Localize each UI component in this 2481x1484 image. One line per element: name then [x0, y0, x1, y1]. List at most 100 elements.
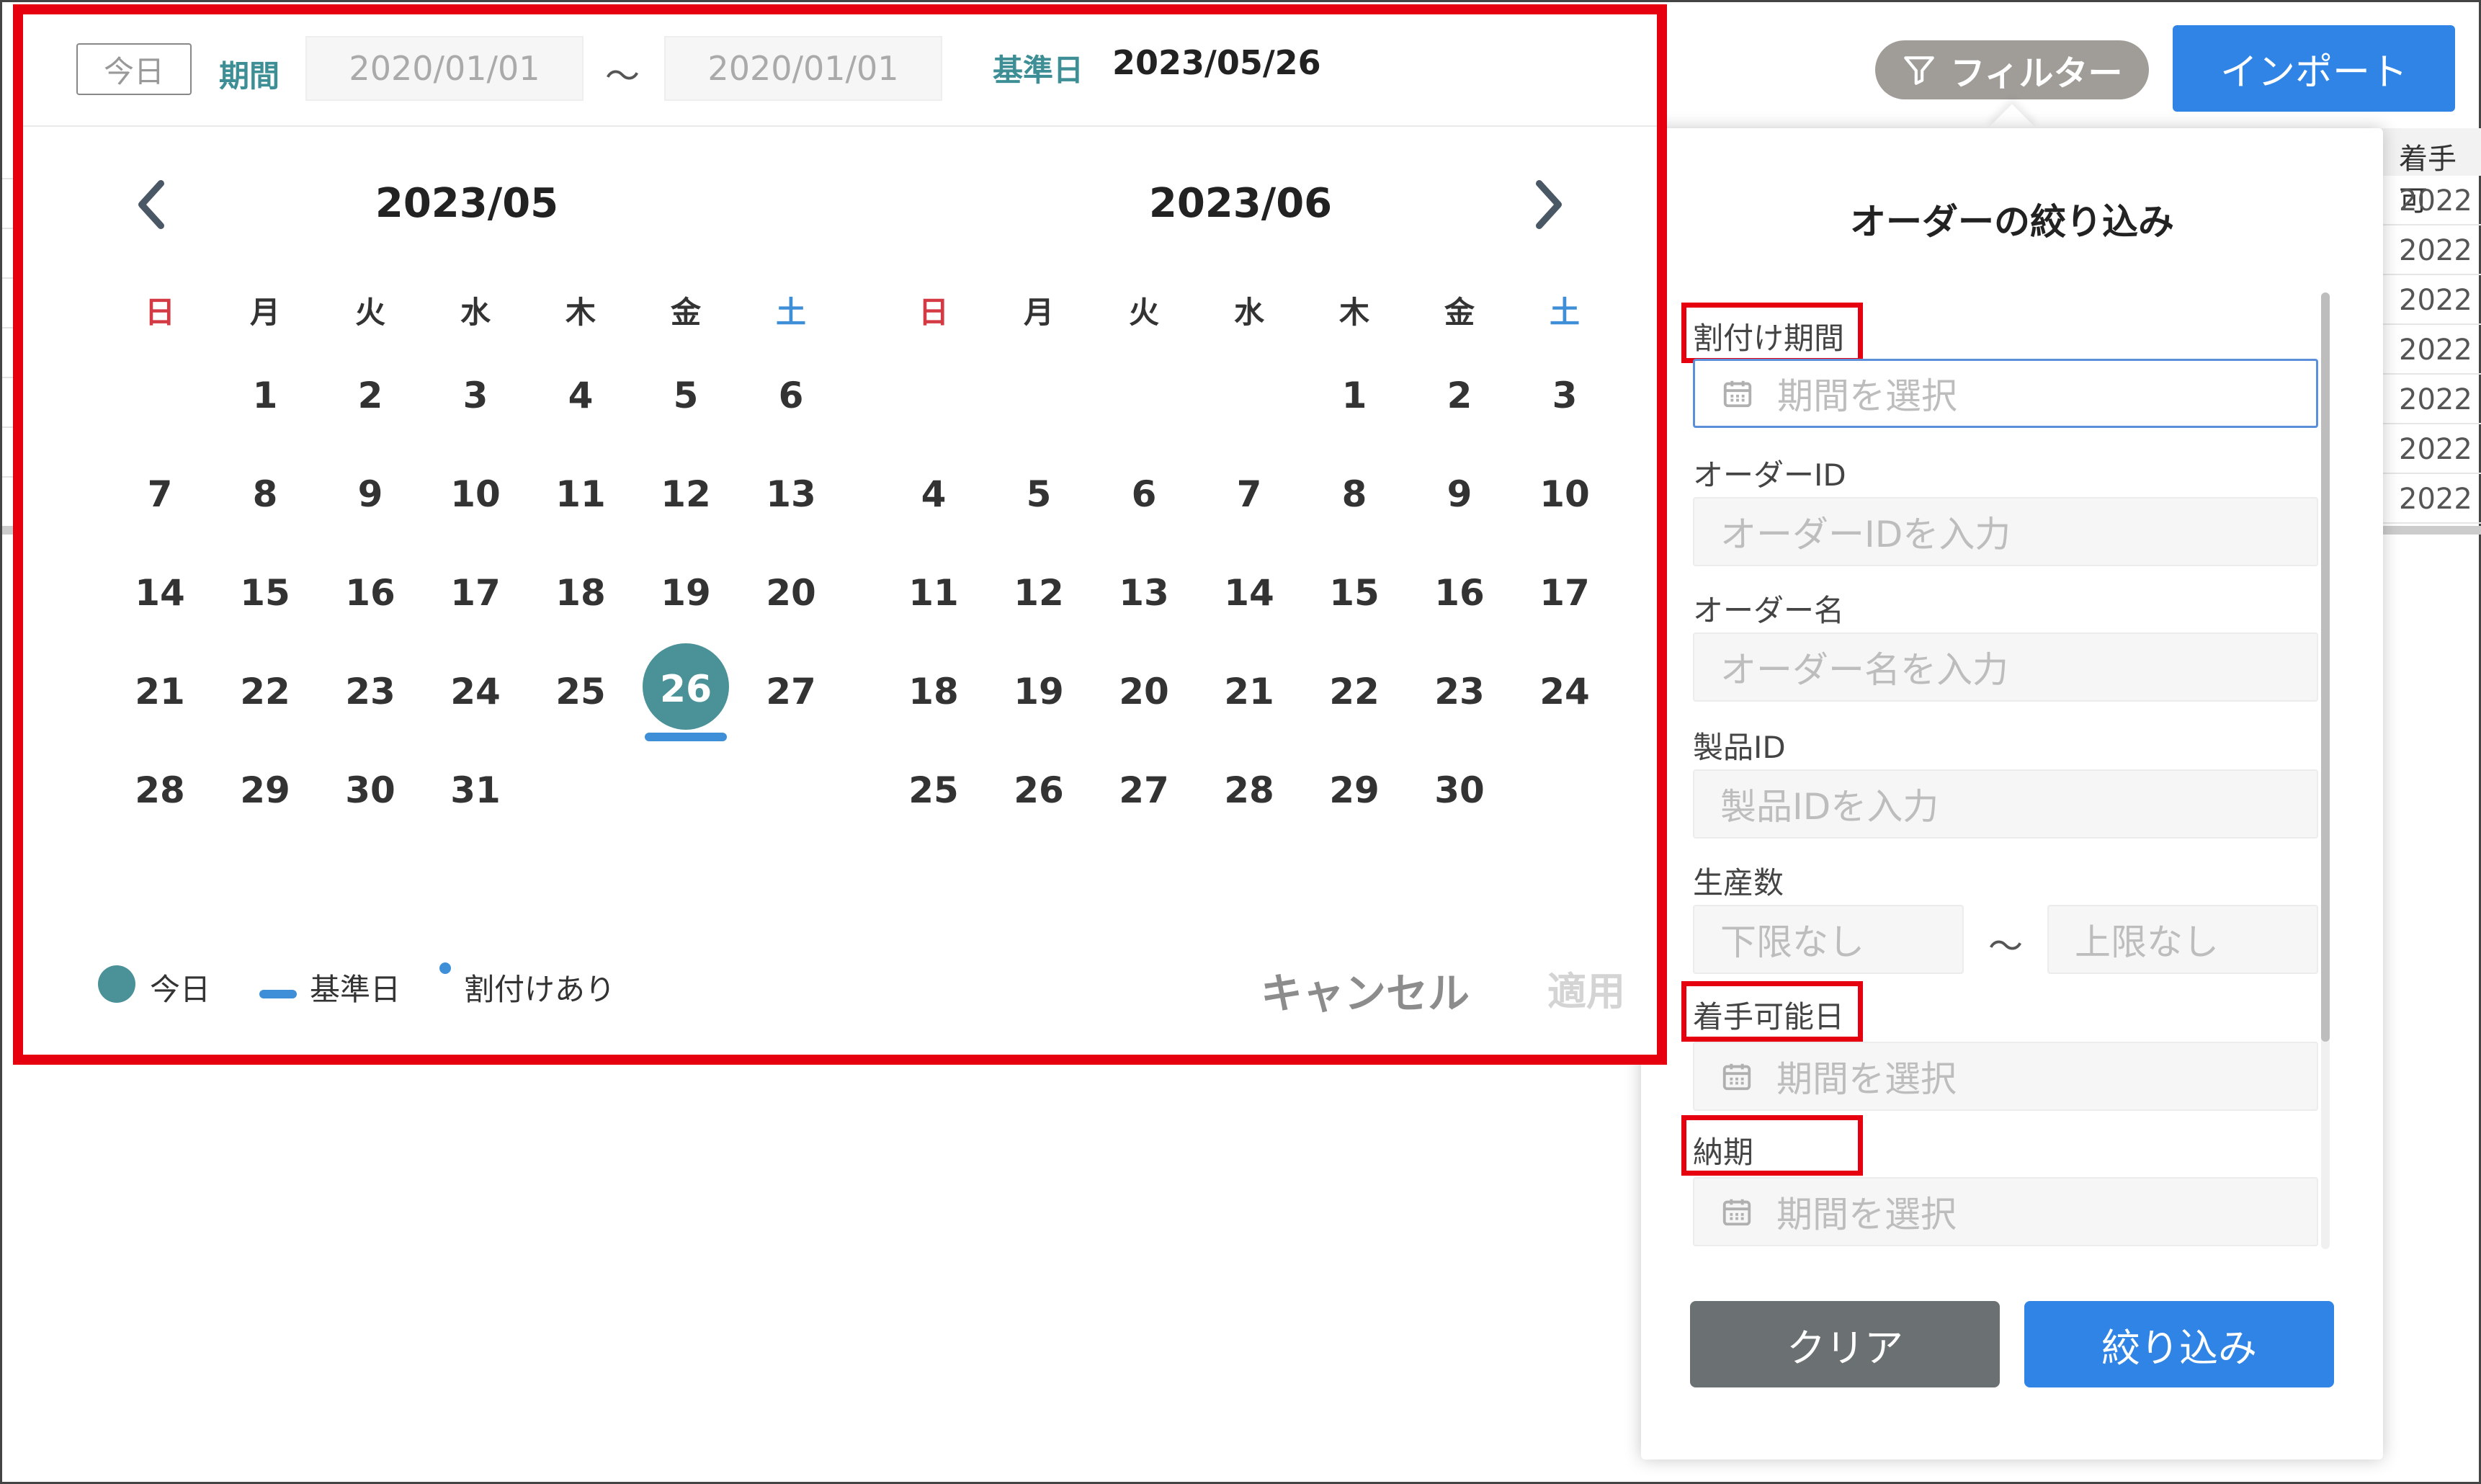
- calendar-day[interactable]: 14: [117, 572, 203, 614]
- table-header-start-date: 着手可: [2382, 128, 2481, 218]
- calendar-day[interactable]: 7: [117, 473, 203, 515]
- next-month-icon[interactable]: [1529, 176, 1569, 233]
- calendar-icon: [1722, 1063, 1751, 1091]
- table-cell: 2022: [2382, 424, 2481, 474]
- calendar-day[interactable]: 16: [327, 572, 414, 614]
- calendar-day[interactable]: 6: [748, 375, 834, 416]
- calendar-day[interactable]: 21: [117, 671, 203, 712]
- calendar-day[interactable]: 30: [1416, 769, 1503, 811]
- calendar-day[interactable]: 27: [1101, 769, 1187, 811]
- calendar-day[interactable]: 19: [643, 572, 729, 614]
- calendar-day[interactable]: 20: [1101, 671, 1187, 712]
- calendar-day[interactable]: 4: [537, 375, 624, 416]
- calendar-day[interactable]: 10: [1521, 473, 1608, 515]
- calendar-day[interactable]: 5: [643, 375, 729, 416]
- production-qty-max-input[interactable]: 上限なし: [2047, 905, 2318, 974]
- calendar-day[interactable]: 16: [1416, 572, 1503, 614]
- assignment-period-input[interactable]: 期間を選択: [1693, 359, 2318, 428]
- calendar-day[interactable]: 15: [1311, 572, 1398, 614]
- calendar-day[interactable]: 13: [748, 473, 834, 515]
- calendar-day[interactable]: 22: [1311, 671, 1398, 712]
- calendar-day[interactable]: 1: [1311, 375, 1398, 416]
- import-button[interactable]: インポート: [2173, 25, 2455, 112]
- production-qty-max-placeholder: 上限なし: [2075, 921, 2219, 963]
- calendar-day[interactable]: 5: [996, 473, 1082, 515]
- calendar-day[interactable]: 10: [432, 473, 519, 515]
- start-date-input[interactable]: 期間を選択: [1693, 1042, 2318, 1111]
- table-cell: 2022: [2382, 375, 2481, 424]
- calendar-day[interactable]: 26: [996, 769, 1082, 811]
- panel-scrollbar[interactable]: [2321, 292, 2330, 1249]
- apply-filter-button[interactable]: 絞り込み: [2024, 1301, 2334, 1387]
- weekday-header: 日: [918, 295, 949, 330]
- calendar-day[interactable]: 19: [996, 671, 1082, 712]
- period-start-input[interactable]: 2020/01/01: [305, 36, 584, 101]
- calendar-day[interactable]: 24: [1521, 671, 1608, 712]
- calendar-day[interactable]: 29: [1311, 769, 1398, 811]
- calendar-day[interactable]: 8: [1311, 473, 1398, 515]
- production-qty-min-input[interactable]: 下限なし: [1693, 905, 1964, 974]
- table-cell: 2022: [2382, 225, 2481, 275]
- calendar-day[interactable]: 25: [537, 671, 624, 712]
- calendar-day[interactable]: 3: [1521, 375, 1608, 416]
- apply-date-button[interactable]: 適用: [1547, 960, 1625, 1016]
- order-name-input[interactable]: オーダー名を入力: [1693, 633, 2318, 702]
- calendar-day[interactable]: 27: [748, 671, 834, 712]
- calendar-day[interactable]: 3: [432, 375, 519, 416]
- today-button[interactable]: 今日: [76, 43, 192, 95]
- filter-button[interactable]: フィルター: [1875, 40, 2149, 99]
- calendar-day[interactable]: 22: [222, 671, 308, 712]
- period-range-separator: ～: [605, 56, 640, 97]
- calendar-day[interactable]: 4: [890, 473, 977, 515]
- calendar-day[interactable]: 8: [222, 473, 308, 515]
- clear-button[interactable]: クリア: [1690, 1301, 2000, 1387]
- calendar-day[interactable]: 13: [1101, 572, 1187, 614]
- calendar-day[interactable]: 2: [327, 375, 414, 416]
- product-id-label: 製品ID: [1693, 730, 1786, 765]
- calendar-day-today[interactable]: 26: [643, 668, 729, 711]
- calendar-day[interactable]: 1: [222, 375, 308, 416]
- start-date-placeholder: 期間を選択: [1776, 1058, 1957, 1100]
- calendar-day[interactable]: 21: [1206, 671, 1292, 712]
- calendar-day[interactable]: 11: [537, 473, 624, 515]
- calendar-day[interactable]: 31: [432, 769, 519, 811]
- product-id-input[interactable]: 製品IDを入力: [1693, 769, 2318, 839]
- calendar-day[interactable]: 9: [327, 473, 414, 515]
- weekday-header: 火: [354, 295, 385, 330]
- calendar-day[interactable]: 30: [327, 769, 414, 811]
- table-cell: 2022: [2382, 474, 2481, 524]
- calendar-day[interactable]: 17: [432, 572, 519, 614]
- table-cell: 2022: [2382, 325, 2481, 375]
- calendar-day[interactable]: 24: [432, 671, 519, 712]
- calendar-day[interactable]: 12: [643, 473, 729, 515]
- order-id-input[interactable]: オーダーIDを入力: [1693, 497, 2318, 566]
- table-horizontal-scrollbar[interactable]: [2382, 526, 2481, 535]
- period-end-input[interactable]: 2020/01/01: [664, 36, 942, 101]
- calendar-day[interactable]: 9: [1416, 473, 1503, 515]
- calendar-day[interactable]: 11: [890, 572, 977, 614]
- calendar-day[interactable]: 25: [890, 769, 977, 811]
- calendar-day[interactable]: 18: [890, 671, 977, 712]
- calendar-day[interactable]: 2: [1416, 375, 1503, 416]
- due-date-label: 納期: [1693, 1135, 1754, 1170]
- weekday-header: 水: [1233, 295, 1264, 330]
- weekday-header: 日: [144, 295, 175, 330]
- calendar-day[interactable]: 17: [1521, 572, 1608, 614]
- due-date-input[interactable]: 期間を選択: [1693, 1177, 2318, 1246]
- calendar-day[interactable]: 28: [117, 769, 203, 811]
- calendar-day[interactable]: 29: [222, 769, 308, 811]
- calendar-day[interactable]: 18: [537, 572, 624, 614]
- cancel-button[interactable]: キャンセル: [1261, 960, 1470, 1020]
- prev-month-icon[interactable]: [131, 176, 171, 233]
- calendar-day[interactable]: 12: [996, 572, 1082, 614]
- calendar-day[interactable]: 6: [1101, 473, 1187, 515]
- weekday-header: 火: [1128, 295, 1159, 330]
- panel-scrollbar-thumb[interactable]: [2321, 292, 2330, 1042]
- calendar-day[interactable]: 15: [222, 572, 308, 614]
- calendar-day[interactable]: 23: [327, 671, 414, 712]
- calendar-day[interactable]: 7: [1206, 473, 1292, 515]
- calendar-day[interactable]: 28: [1206, 769, 1292, 811]
- calendar-day[interactable]: 20: [748, 572, 834, 614]
- calendar-day[interactable]: 23: [1416, 671, 1503, 712]
- calendar-day[interactable]: 14: [1206, 572, 1292, 614]
